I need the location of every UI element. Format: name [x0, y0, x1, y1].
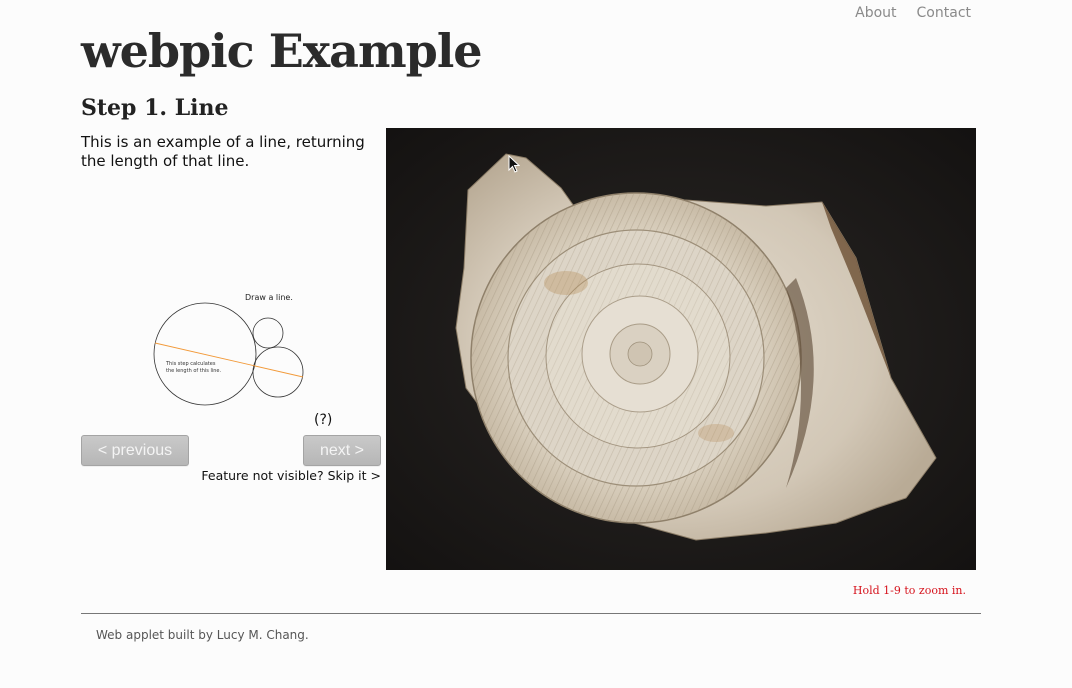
- next-button[interactable]: next >: [303, 435, 381, 466]
- diagram-medium-circle: [252, 346, 304, 398]
- skip-link[interactable]: Skip it >: [328, 468, 381, 483]
- site-title: webpic Example: [81, 24, 483, 78]
- diagram-large-circle: [153, 302, 257, 406]
- skip-row: Feature not visible? Skip it >: [201, 468, 381, 483]
- footer-divider: [81, 613, 981, 614]
- footer: Web applet built by Lucy M. Chang.: [96, 628, 309, 642]
- skip-text: Feature not visible?: [201, 468, 324, 483]
- help-link[interactable]: (?): [314, 412, 332, 428]
- instruction-diagram: Draw a line. This step calculates the le…: [153, 293, 304, 406]
- step-description: This is an example of a line, returning …: [81, 133, 365, 170]
- zoom-hint: Hold 1-9 to zoom in.: [852, 584, 966, 597]
- contact-link[interactable]: Contact: [917, 5, 971, 21]
- fossil-illustration: [386, 128, 976, 570]
- diagram-small-circle: [252, 317, 284, 349]
- mouse-pointer-icon: [508, 155, 520, 173]
- step-title: Step 1. Line: [81, 95, 229, 121]
- diagram-note-line2: the length of this line.: [166, 368, 221, 374]
- fossil-image[interactable]: [386, 128, 976, 570]
- about-link[interactable]: About: [855, 5, 896, 21]
- diagram-note-line1: This step calculates: [165, 361, 216, 367]
- top-nav: About Contact: [855, 5, 971, 21]
- diagram-caption: Draw a line.: [245, 293, 293, 302]
- previous-button[interactable]: < previous: [81, 435, 189, 466]
- footer-author: Lucy M. Chang.: [216, 628, 309, 642]
- footer-text: Web applet built by: [96, 628, 213, 642]
